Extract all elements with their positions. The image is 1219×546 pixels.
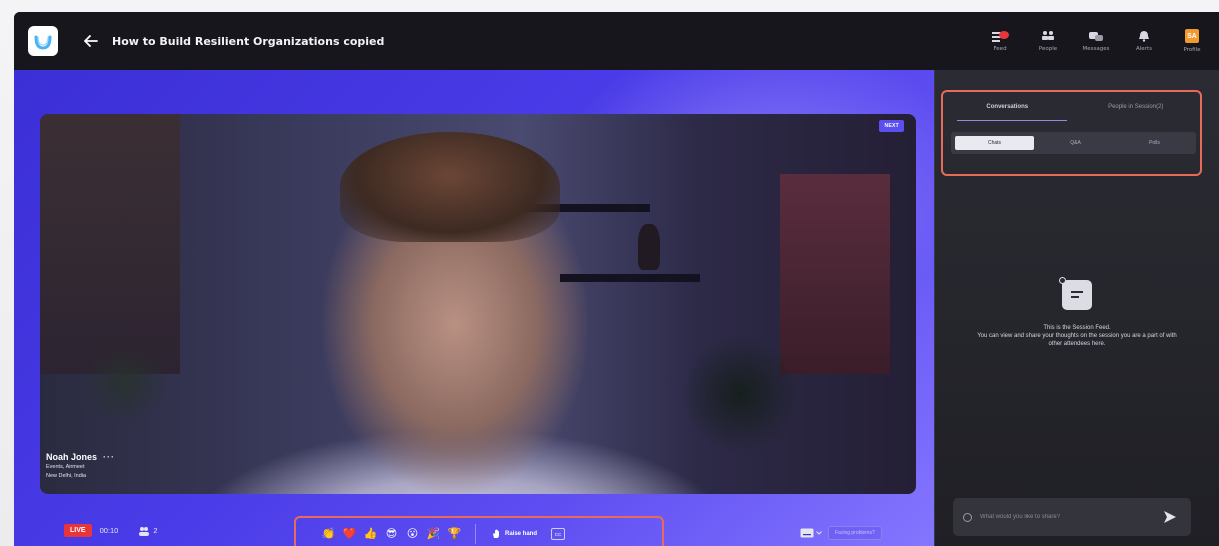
video-shelf-bottom — [560, 274, 700, 282]
live-status: LIVE 00:10 2 — [64, 524, 158, 537]
feed-icon — [992, 31, 1009, 42]
tab-people-in-session[interactable]: People in Session(2) — [1072, 100, 1201, 114]
nav-profile[interactable]: SA Profile — [1175, 20, 1209, 62]
reaction-trophy[interactable]: 🏆 — [444, 528, 465, 540]
reaction-clap[interactable]: 👏 — [318, 528, 339, 540]
chat-input-box — [953, 498, 1191, 536]
keyboard-button[interactable] — [800, 528, 822, 538]
people-icon — [1042, 31, 1054, 40]
send-button[interactable] — [1163, 510, 1177, 529]
right-controls: Facing problems? — [800, 526, 882, 540]
video-plant-left — [80, 344, 170, 424]
speaker-name: Noah Jones — [46, 452, 98, 462]
next-badge: NEXT — [879, 120, 904, 132]
subtab-qna[interactable]: Q&A — [1036, 136, 1115, 150]
feed-empty-title: This is the Session Feed. — [1043, 325, 1111, 331]
video-vase — [638, 224, 660, 270]
top-bar: How to Build Resilient Organizations cop… — [14, 12, 1219, 70]
back-button[interactable] — [80, 30, 102, 52]
sidebar-tabs: Conversations People in Session(2) Chats… — [941, 90, 1202, 176]
nav-feed-label: Feed — [993, 46, 1007, 52]
session-title: How to Build Resilient Organizations cop… — [112, 34, 385, 48]
feed-empty-state: This is the Session Feed. You can view a… — [935, 277, 1219, 348]
stage-area: NEXT Noah Jones ··· Events, Airmeet New … — [14, 70, 934, 546]
hand-icon — [493, 529, 499, 538]
emoji-picker-icon[interactable] — [963, 512, 972, 522]
reactions-bar: 👏 ❤️ 👍 😎 😮 🎉 🏆 Raise hand CC — [294, 516, 664, 546]
speaker-name-row: Noah Jones ··· — [46, 452, 115, 462]
feed-icon-dot — [1059, 277, 1066, 284]
viewers-icon — [139, 526, 150, 536]
reaction-cool[interactable]: 😎 — [381, 528, 402, 540]
subtab-chats[interactable]: Chats — [955, 136, 1034, 150]
avatar: SA — [1185, 29, 1199, 43]
nav-people[interactable]: People — [1031, 20, 1065, 62]
bottom-controls: LIVE 00:10 2 👏 ❤️ 👍 😎 😮 🎉 🏆 Raise hand C… — [14, 498, 934, 546]
reaction-wow[interactable]: 😮 — [402, 528, 423, 540]
active-tab-underline — [957, 120, 1067, 121]
messages-icon — [1089, 32, 1103, 41]
conversation-subtabs: Chats Q&A Polls — [951, 132, 1196, 154]
reaction-heart[interactable]: ❤️ — [339, 528, 360, 540]
bell-icon — [1139, 31, 1149, 42]
subtab-polls[interactable]: Polls — [1115, 136, 1194, 150]
nav-feed[interactable]: Feed — [983, 20, 1017, 62]
speaker-org: Events, Airmeet — [46, 464, 85, 470]
viewer-count-value: 2 — [153, 526, 158, 535]
reaction-party[interactable]: 🎉 — [423, 528, 444, 540]
nav-messages[interactable]: Messages — [1079, 20, 1113, 62]
video-plant — [680, 334, 800, 454]
app-window: How to Build Resilient Organizations cop… — [14, 12, 1219, 546]
chat-feed-icon — [1059, 277, 1092, 310]
feed-empty-text: This is the Session Feed. You can view a… — [977, 324, 1177, 348]
viewer-count: 2 — [138, 526, 158, 536]
video-wall-panel — [780, 174, 890, 374]
nav-people-label: People — [1038, 46, 1058, 52]
video-window-left — [40, 114, 180, 374]
logo-icon — [34, 35, 52, 50]
send-icon — [1164, 511, 1176, 523]
sidebar-tab-row: Conversations People in Session(2) — [943, 100, 1200, 114]
reactions-divider — [475, 524, 476, 544]
chat-input[interactable] — [980, 514, 1130, 520]
nav-alerts-label: Alerts — [1136, 46, 1152, 52]
video-speaker-hair — [340, 132, 560, 242]
raise-hand-label: Raise hand — [505, 531, 538, 537]
speaker-info: Noah Jones ··· Events, Airmeet New Delhi… — [46, 452, 115, 480]
live-badge: LIVE — [64, 524, 92, 537]
logo[interactable] — [28, 26, 58, 56]
captions-button[interactable]: CC — [551, 528, 566, 540]
session-sidebar: Conversations People in Session(2) Chats… — [934, 70, 1219, 546]
reaction-thumbs-up[interactable]: 👍 — [360, 528, 381, 540]
chevron-down-icon — [816, 531, 822, 535]
top-nav: Feed People Messages Alerts SA Profile — [983, 20, 1209, 62]
nav-profile-label: Profile — [1183, 47, 1201, 53]
session-timer: 00:10 — [99, 526, 119, 535]
speaker-menu-button[interactable]: ··· — [103, 452, 115, 462]
speaker-location: New Delhi, India — [46, 473, 87, 479]
tab-conversations[interactable]: Conversations — [943, 100, 1072, 114]
nav-messages-label: Messages — [1082, 46, 1110, 52]
raise-hand-button[interactable]: Raise hand — [486, 526, 543, 542]
feed-empty-body: You can view and share your thoughts on … — [977, 333, 1177, 347]
speaker-video[interactable]: NEXT Noah Jones ··· Events, Airmeet New … — [40, 114, 916, 494]
arrow-left-icon — [84, 35, 98, 47]
nav-alerts[interactable]: Alerts — [1127, 20, 1161, 62]
facing-problems-button[interactable]: Facing problems? — [828, 526, 882, 540]
keyboard-icon — [800, 528, 814, 538]
